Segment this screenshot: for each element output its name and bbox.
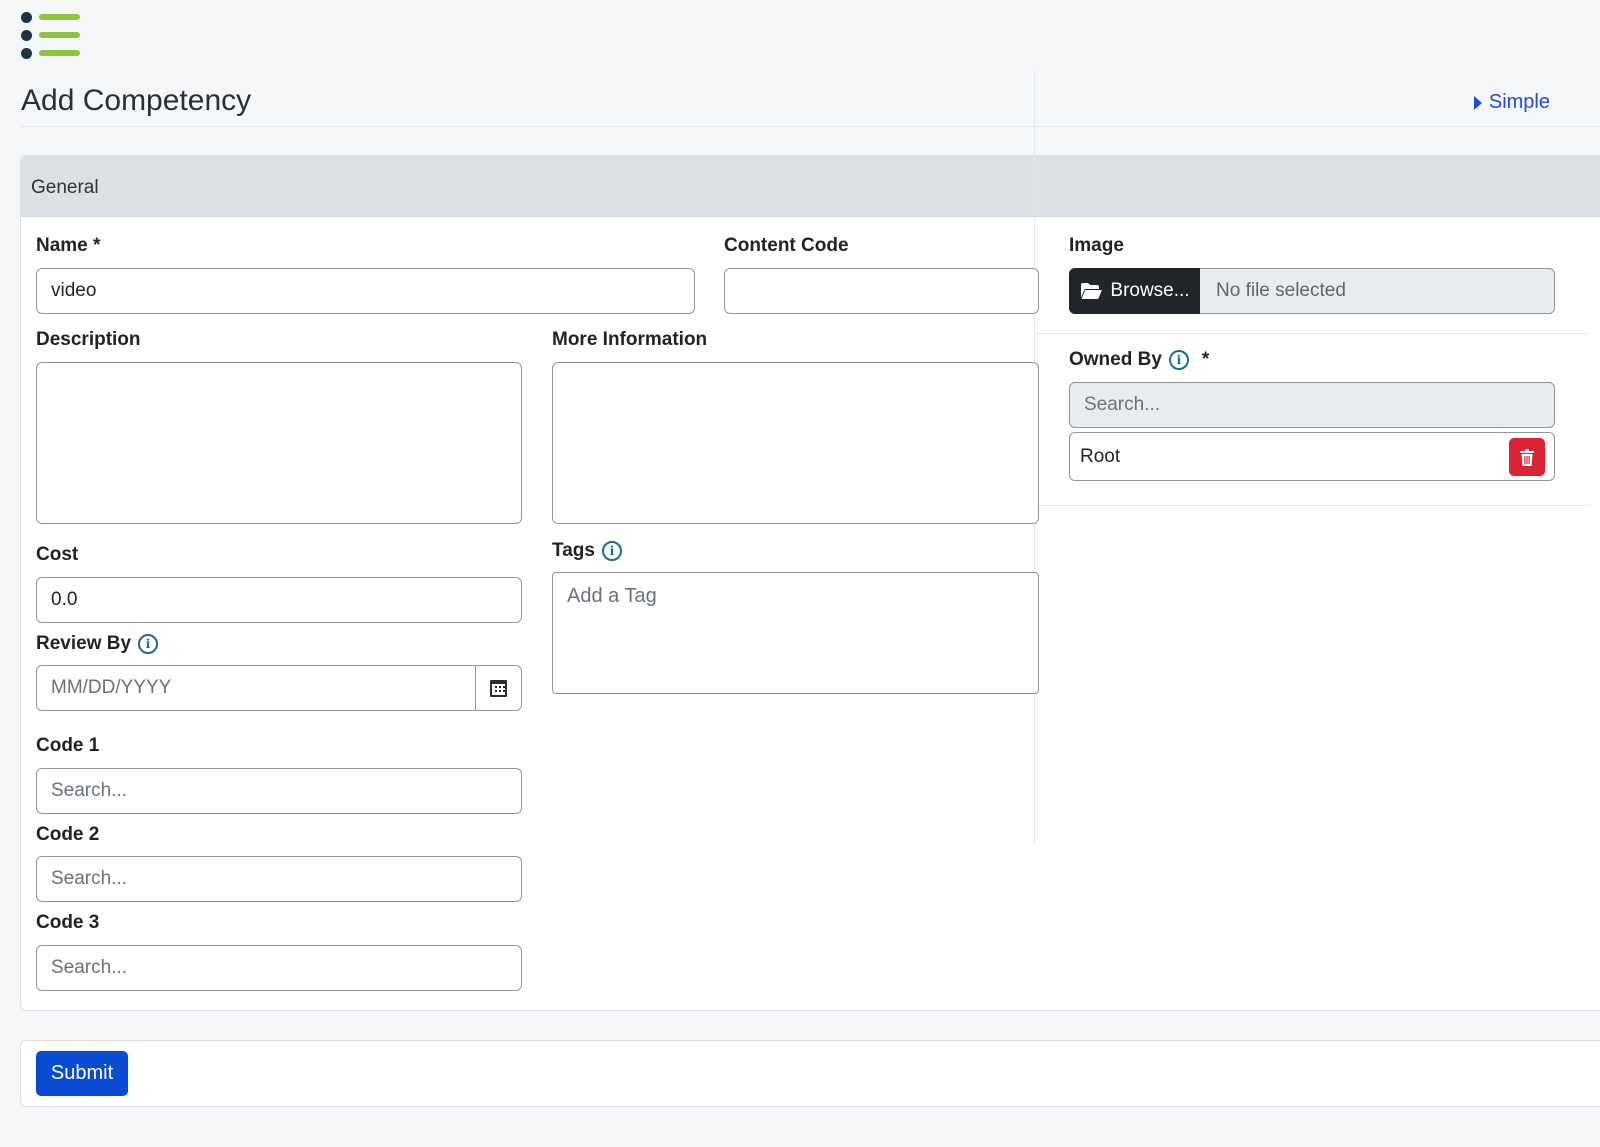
code-3-search-input[interactable]: Search... [36,945,522,991]
code-3-label: Code 3 [36,912,100,933]
description-label: Description [36,329,141,350]
owner-list-item: Root [1069,432,1555,481]
folder-open-icon [1081,283,1103,299]
trash-icon [1520,448,1534,466]
code-1-label: Code 1 [36,735,100,756]
content-code-label: Content Code [724,235,849,256]
code-2-label: Code 2 [36,824,100,845]
info-icon[interactable]: i [1168,350,1189,370]
browse-button[interactable]: Browse... [1069,268,1201,314]
code-1-search-input[interactable]: Search... [36,768,522,814]
browse-label: Browse... [1110,280,1190,301]
tags-placeholder: Add a Tag [567,585,657,607]
description-textarea[interactable] [36,362,522,524]
owner-item-label: Root [1080,445,1121,467]
required-mark: * [1201,349,1210,370]
divider [1034,333,1590,334]
list-menu-icon[interactable] [21,12,81,60]
remove-owner-button[interactable] [1509,438,1545,476]
page-title: Add Competency [21,84,252,117]
owned-by-label: Owned By i * [1069,349,1209,371]
review-by-label-text: Review By [36,633,132,654]
tags-label: Tags i [552,540,622,562]
content-code-input[interactable] [724,268,1039,314]
cost-label: Cost [36,544,79,565]
cost-input[interactable]: 0.0 [36,577,522,623]
more-information-label: More Information [552,329,708,350]
more-information-textarea[interactable] [552,362,1039,524]
name-label: Name * [36,235,101,256]
form-footer [20,1040,1600,1107]
info-icon[interactable]: i [601,541,622,561]
info-icon[interactable]: i [138,634,159,654]
review-by-date-input[interactable]: MM/DD/YYYY [36,665,477,711]
name-input[interactable]: video [36,268,695,314]
calendar-icon [490,679,507,697]
owned-by-label-text: Owned By [1069,349,1162,370]
owned-by-search-input[interactable]: Search... [1069,382,1555,428]
card-header-label: General [31,177,99,198]
submit-button[interactable]: Submit [36,1051,128,1096]
divider [1034,505,1590,506]
tags-input[interactable]: Add a Tag [552,572,1039,694]
image-label: Image [1069,235,1124,256]
code-2-search-input[interactable]: Search... [36,856,522,902]
review-by-label: Review By i [36,633,159,655]
file-status: No file selected [1200,268,1555,314]
tags-label-text: Tags [552,540,595,561]
calendar-button[interactable] [475,665,522,711]
